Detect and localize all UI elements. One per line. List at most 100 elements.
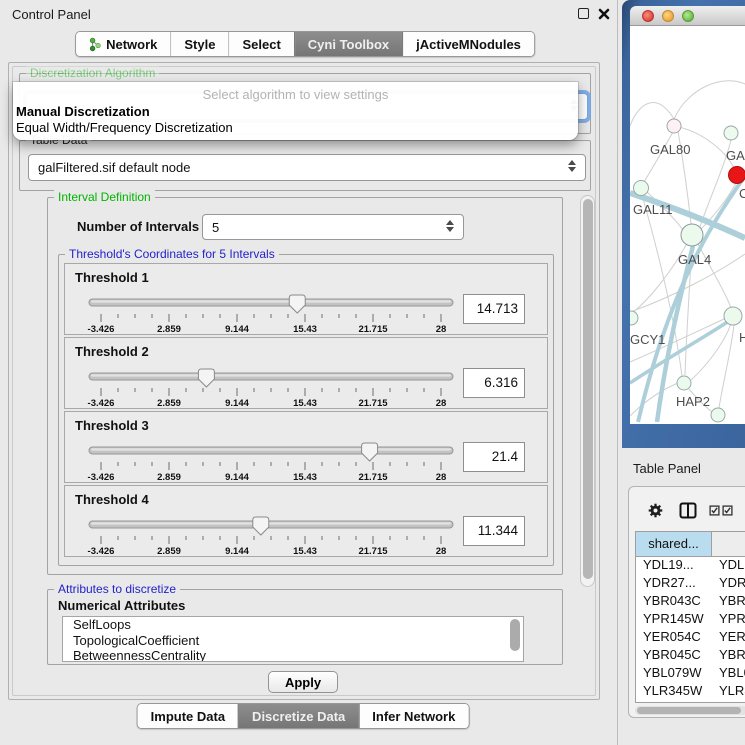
dropdown-option-manual-discretization[interactable]: Manual Discretization [16,104,150,119]
svg-text:9.144: 9.144 [225,398,249,409]
tab-cyni-toolbox[interactable]: Cyni Toolbox [294,32,402,56]
tab-network[interactable]: Network [76,32,170,56]
tab-label: Network [106,37,157,52]
network-node[interactable] [724,307,742,325]
table-row[interactable]: YER054CYER0 [636,629,745,647]
cell-shared-name[interactable]: YDL19... [636,557,712,575]
close-light-icon[interactable] [642,10,654,22]
attribute-list-item[interactable]: BetweennessCentrality [63,648,523,662]
threshold-row: Threshold 1 -3.4262.8599.14415.4321.7152… [64,263,548,335]
cell-name[interactable]: YER0 [712,629,745,647]
combobox-value: galFiltered.sif default node [38,160,190,175]
cell-shared-name[interactable]: YBR043C [636,593,712,611]
panel-scrollbar[interactable] [580,195,595,587]
threshold-value-field[interactable]: 14.713 [463,294,525,324]
cell-shared-name[interactable]: YIL052C [636,701,712,703]
table-data-combobox[interactable]: galFiltered.sif default node [28,154,586,181]
table-row[interactable]: YBL079WYBL0 [636,665,745,683]
network-node[interactable] [667,119,681,133]
threshold-label: Threshold 4 [75,492,149,507]
threshold-slider[interactable]: -3.4262.8599.14415.4321.71528 [85,364,457,410]
scrollbar-thumb[interactable] [637,707,741,714]
network-node-label: GAL11 [633,202,673,217]
dropdown-option-equal-width-frequency[interactable]: Equal Width/Frequency Discretization [16,120,233,135]
threshold-slider[interactable]: -3.4262.8599.14415.4321.71528 [85,290,457,336]
network-node[interactable] [634,181,649,196]
table-row[interactable]: YLR345WYLR3 [636,683,745,701]
cell-name[interactable]: YBR0 [712,593,745,611]
table-row[interactable]: YDL19...YDL1 [636,557,745,575]
threshold-value-field[interactable]: 21.4 [463,442,525,472]
table-row[interactable]: YPR145WYPR1 [636,611,745,629]
table-row[interactable]: YDR27...YDR2 [636,575,745,593]
network-node[interactable] [724,126,738,140]
column-header-name[interactable]: n [712,532,745,556]
cell-name[interactable]: YPR1 [712,611,745,629]
list-scrollbar[interactable] [510,619,520,651]
cell-name[interactable]: YIL0 [712,701,745,703]
network-node-label: GCY1 [630,332,665,347]
cell-name[interactable]: YBR0 [712,647,745,665]
tab-select[interactable]: Select [228,32,293,56]
checkbox-icon[interactable] [722,505,733,516]
network-canvas[interactable]: GAL80GACGAL11GAL4GCY1HHAP2 [630,26,745,424]
network-node[interactable] [711,408,725,422]
cell-shared-name[interactable]: YBL079W [636,665,712,683]
tab-jactivemnodules[interactable]: jActiveMNodules [402,32,534,56]
tab-label: Style [184,37,215,52]
table-row[interactable]: YIL052CYIL0 [636,701,745,703]
table-hscrollbar[interactable] [635,706,745,715]
cell-name[interactable]: YDR2 [712,575,745,593]
threshold-value-field[interactable]: 11.344 [463,516,525,546]
threshold-slider[interactable]: -3.4262.8599.14415.4321.71528 [85,438,457,484]
network-node[interactable] [729,167,745,184]
column-header-shared-name[interactable]: shared... [636,532,712,556]
threshold-slider[interactable]: -3.4262.8599.14415.4321.71528 [85,512,457,558]
cell-shared-name[interactable]: YER054C [636,629,712,647]
table-row[interactable]: YBR045CYBR0 [636,647,745,665]
network-node-label: C [739,186,745,201]
threshold-value-field[interactable]: 6.316 [463,368,525,398]
network-window-titlebar[interactable] [630,6,745,26]
cell-shared-name[interactable]: YPR145W [636,611,712,629]
cell-shared-name[interactable]: YBR045C [636,647,712,665]
slider-thumb [198,369,214,387]
cell-name[interactable]: YBL0 [712,665,745,683]
tab-discretize-data[interactable]: Discretize Data [238,704,358,728]
float-window-icon[interactable] [578,8,589,19]
apply-button[interactable]: Apply [268,671,338,693]
checkbox-icon[interactable] [709,505,720,516]
node-attribute-table[interactable]: shared... n YDL19...YDL1YDR27...YDR2YBR0… [635,531,745,703]
network-view-window[interactable]: GAL80GACGAL11GAL4GCY1HHAP2 [622,0,745,448]
cell-name[interactable]: YLR3 [712,683,745,701]
tab-style[interactable]: Style [170,32,228,56]
cell-shared-name[interactable]: YLR345W [636,683,712,701]
close-icon[interactable] [598,8,610,20]
minimize-light-icon[interactable] [662,10,674,22]
network-node[interactable] [677,376,691,390]
cell-shared-name[interactable]: YDR27... [636,575,712,593]
svg-text:21.715: 21.715 [358,398,388,409]
attribute-list-item[interactable]: SelfLoops [63,617,523,633]
tab-impute-data[interactable]: Impute Data [138,704,238,728]
settings-gear-icon[interactable] [647,502,664,519]
svg-text:-3.426: -3.426 [88,324,115,335]
threshold-row: Threshold 2 -3.4262.8599.14415.4321.7152… [64,337,548,409]
combobox-stepper-icon [446,220,454,232]
table-row[interactable]: YBR043CYBR0 [636,593,745,611]
split-view-icon[interactable] [679,502,697,519]
numerical-attributes-list[interactable]: SelfLoopsTopologicalCoefficientBetweenne… [62,616,524,662]
num-intervals-combobox[interactable]: 5 [202,214,464,240]
tab-infer-network[interactable]: Infer Network [358,704,468,728]
control-panel: Control Panel Network Style Select Cyni … [0,0,618,745]
tab-label: Select [242,37,280,52]
network-node[interactable] [681,224,703,246]
network-node-label: HAP2 [676,394,710,409]
network-node[interactable] [630,311,638,325]
zoom-light-icon[interactable] [682,10,694,22]
attribute-list-item[interactable]: TopologicalCoefficient [63,633,523,649]
cyni-toolbox-panel: Discretization Algorithm Select algorith… [8,62,600,700]
cell-name[interactable]: YDL1 [712,557,745,575]
svg-text:28: 28 [436,472,447,483]
scrollbar-thumb[interactable] [583,199,593,579]
